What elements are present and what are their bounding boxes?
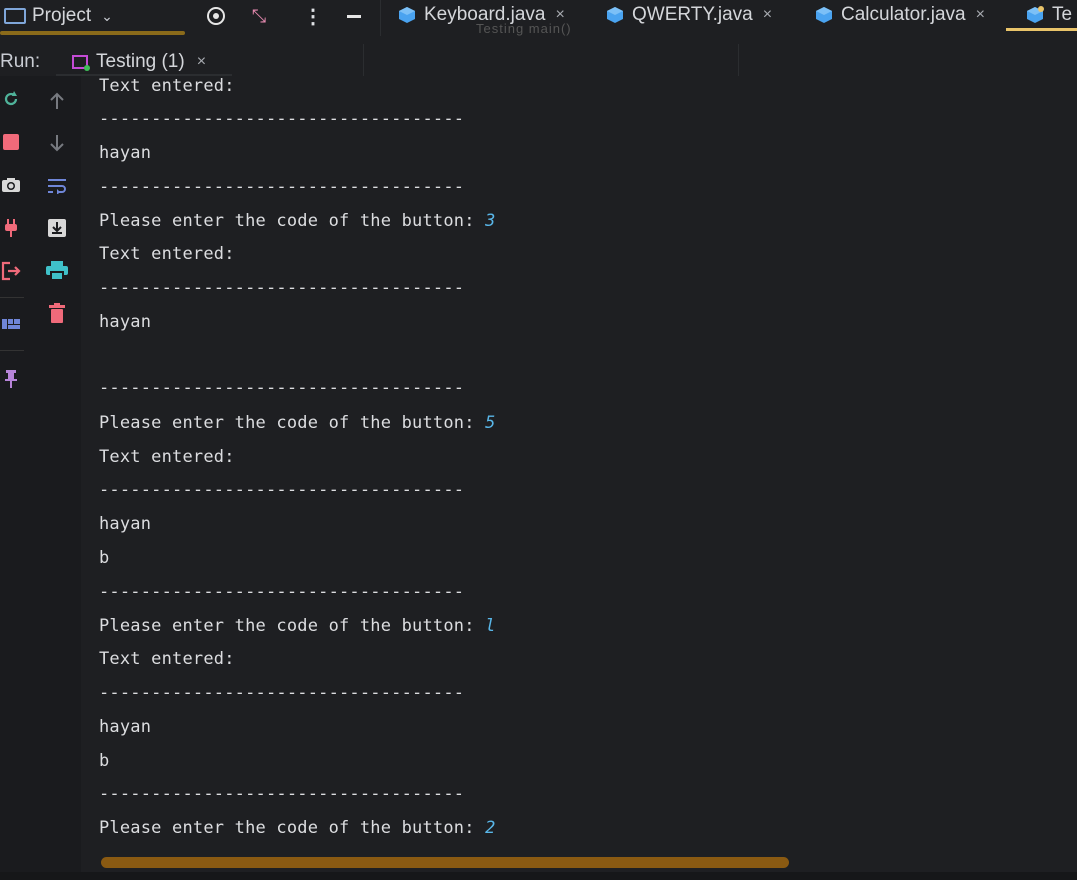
console-line: -----------------------------------: [99, 480, 465, 500]
java-run-class-icon: [1027, 6, 1044, 23]
tab-qwerty-java[interactable]: QWERTY.java ×: [606, 0, 772, 30]
close-icon[interactable]: ×: [976, 6, 985, 24]
java-class-icon: [816, 7, 832, 23]
run-tab-label: Testing (1): [96, 51, 185, 72]
scroll-to-end-icon[interactable]: [46, 217, 68, 239]
header-divider: [363, 44, 364, 76]
toolbar-divider: [380, 0, 381, 36]
toolbar-separator: [0, 350, 24, 351]
console-line: hayan: [99, 312, 152, 332]
folder-icon: [4, 8, 26, 24]
console-line: -----------------------------------: [99, 683, 465, 703]
bottom-edge: [0, 872, 1077, 880]
console-prompt-line: Please enter the code of the button: 3: [99, 211, 496, 231]
header-divider: [738, 44, 739, 76]
console-line: Text entered:: [99, 447, 235, 467]
java-class-icon: [607, 7, 623, 23]
console-line: Text entered:: [99, 649, 235, 669]
console-line: -----------------------------------: [99, 378, 465, 398]
tab-label: QWERTY.java: [632, 4, 753, 25]
pin-icon[interactable]: [0, 368, 22, 390]
project-tab-underline: [0, 31, 185, 35]
trash-icon[interactable]: [46, 302, 68, 324]
hide-panel-icon[interactable]: [343, 2, 365, 30]
user-input: l: [485, 616, 496, 636]
user-input: 5: [485, 413, 496, 433]
user-input: 3: [485, 211, 496, 231]
console-line: Text entered:: [99, 244, 235, 264]
console-line: -----------------------------------: [99, 582, 465, 602]
more-options-icon[interactable]: ⋮: [303, 2, 323, 30]
camera-icon[interactable]: [0, 174, 22, 196]
run-tab-testing[interactable]: Testing (1) ×: [72, 51, 206, 73]
project-label: Project: [32, 5, 92, 26]
console-line: -----------------------------------: [99, 109, 465, 129]
run-label: Run:: [0, 51, 41, 72]
locate-target-icon[interactable]: [205, 2, 227, 30]
console-prompt-line: Please enter the code of the button: 2: [99, 818, 496, 838]
console-line: Text entered:: [99, 76, 235, 96]
tab-calculator-java[interactable]: Calculator.java ×: [815, 0, 985, 30]
arrow-up-icon[interactable]: [46, 90, 68, 112]
close-icon[interactable]: ×: [197, 53, 206, 71]
user-input: 2: [485, 818, 496, 838]
console-line: hayan: [99, 514, 152, 534]
soft-wrap-icon[interactable]: [46, 175, 68, 197]
console-line: -----------------------------------: [99, 784, 465, 804]
active-tab-indicator: [1006, 28, 1077, 31]
console-line: -----------------------------------: [99, 278, 465, 298]
run-toolbar: [0, 76, 81, 880]
collapse-all-icon[interactable]: ⤡: [247, 2, 271, 30]
console-prompt-line: Please enter the code of the button: l: [99, 616, 496, 636]
tab-label: Keyboard.java: [424, 4, 546, 25]
arrow-down-icon[interactable]: [46, 132, 68, 154]
tab-keyboard-java[interactable]: Keyboard.java ×: [398, 0, 565, 30]
close-icon[interactable]: ×: [555, 6, 564, 24]
top-toolbar: Project ⌄ ⤡ ⋮ Testing main() Keyboard.ja…: [0, 0, 1077, 36]
console-line: b: [99, 751, 110, 771]
tab-label: Te: [1052, 4, 1073, 25]
rerun-icon[interactable]: [0, 88, 22, 110]
run-config-icon: [72, 55, 90, 71]
print-icon[interactable]: [46, 260, 68, 282]
stop-icon[interactable]: [0, 131, 22, 153]
tab-testing-java[interactable]: Te: [1026, 0, 1072, 30]
console-line: hayan: [99, 143, 152, 163]
exit-icon[interactable]: [0, 260, 22, 282]
horizontal-scrollbar[interactable]: [101, 857, 789, 868]
project-selector[interactable]: Project ⌄: [0, 0, 113, 32]
toolbar-separator: [0, 297, 24, 298]
console-line: hayan: [99, 717, 152, 737]
console-line: b: [99, 548, 110, 568]
plug-icon[interactable]: [0, 217, 22, 239]
java-class-icon: [399, 7, 415, 23]
console-line: -----------------------------------: [99, 177, 465, 197]
close-icon[interactable]: ×: [763, 6, 772, 24]
console-prompt-line: Please enter the code of the button: 5: [99, 413, 496, 433]
layout-icon[interactable]: [0, 313, 22, 335]
tab-label: Calculator.java: [841, 4, 966, 25]
chevron-down-icon: ⌄: [101, 7, 113, 24]
